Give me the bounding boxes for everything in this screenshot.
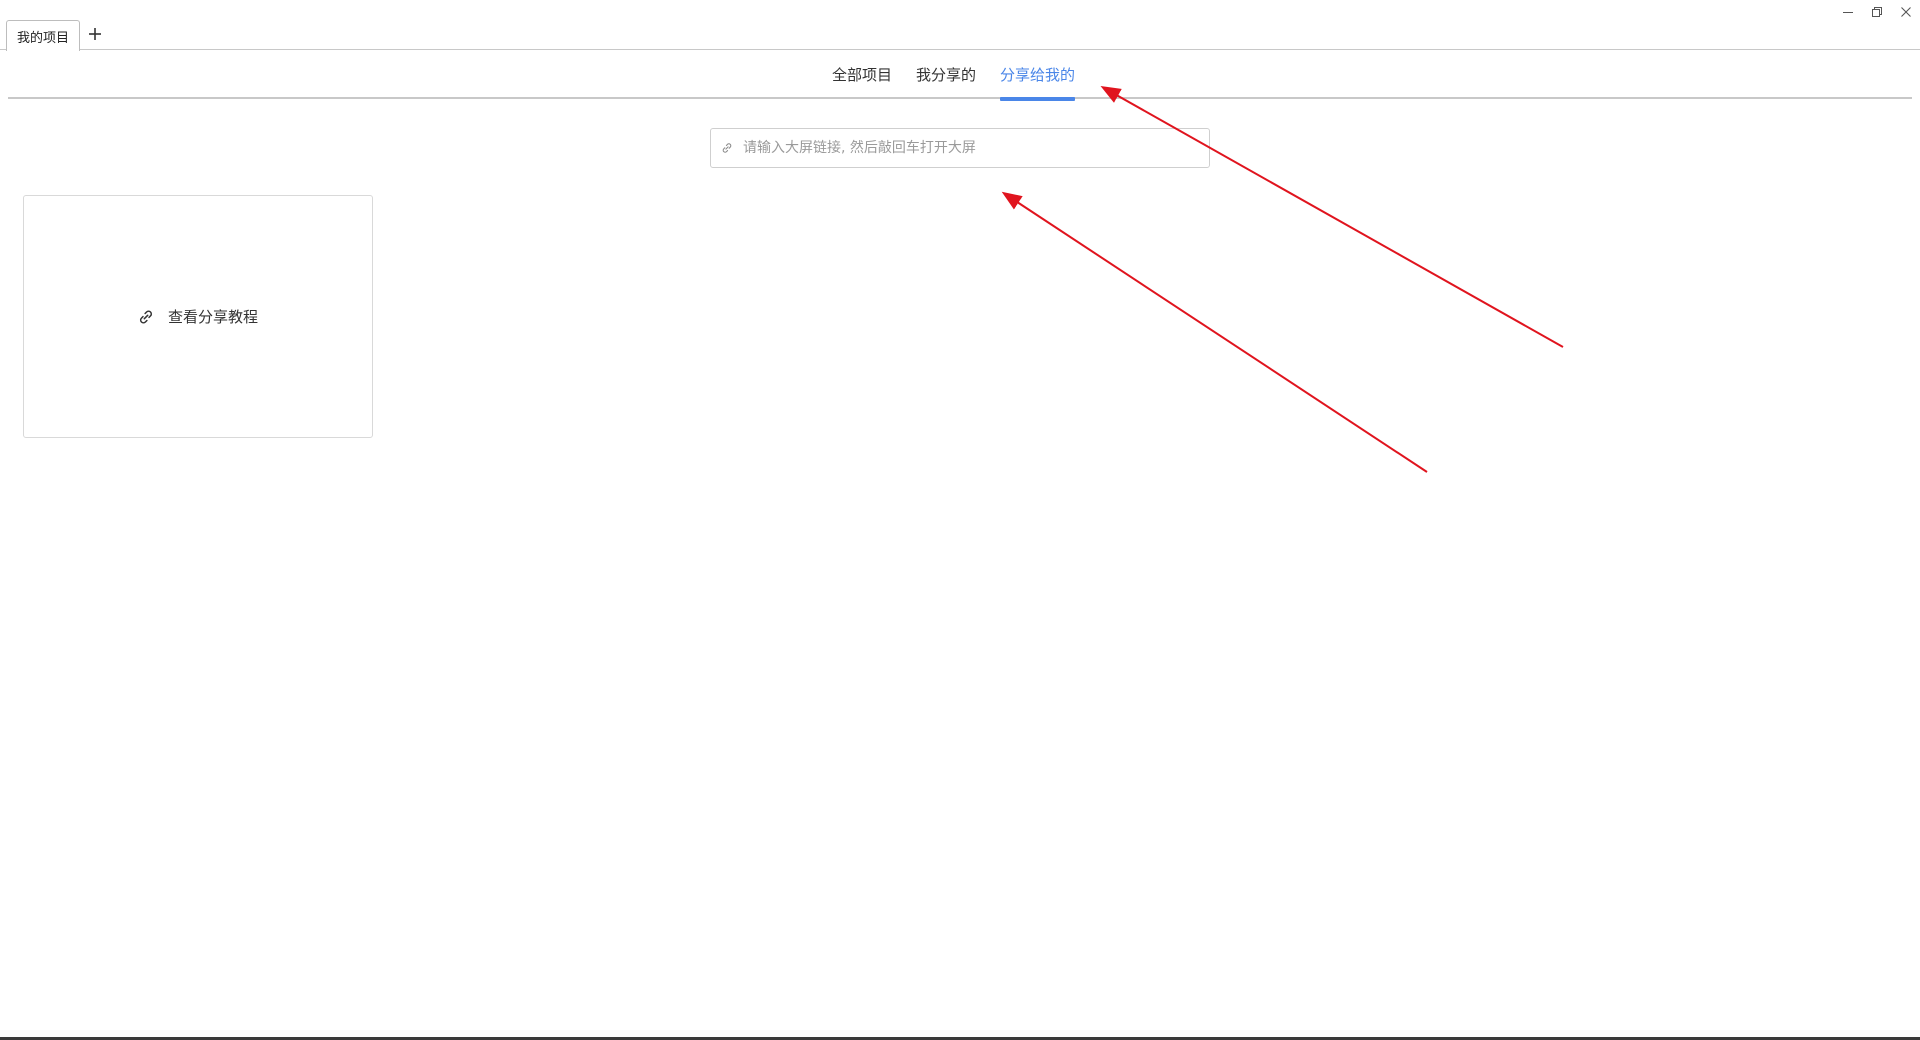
window-controls (1833, 0, 1920, 24)
plus-icon (89, 28, 101, 40)
project-filter-tabs-list: 全部项目 我分享的 分享给我的 (832, 50, 1099, 101)
restore-button[interactable] (1862, 0, 1891, 24)
tab-my-projects-label: 我的项目 (16, 30, 69, 46)
minimize-icon (1842, 12, 1853, 13)
add-tab-button[interactable] (84, 22, 106, 46)
tab-all-projects-label: 全部项目 (832, 66, 893, 84)
link-icon (715, 129, 739, 167)
tab-shared-with-me[interactable]: 分享给我的 (1000, 50, 1076, 101)
tab-shared-by-me-label: 我分享的 (916, 66, 977, 84)
screen-link-input[interactable] (739, 130, 1209, 166)
close-button[interactable] (1891, 0, 1920, 24)
tab-all-projects[interactable]: 全部项目 (832, 50, 892, 99)
close-icon (1900, 7, 1911, 17)
restore-icon (1871, 7, 1882, 17)
share-tutorial-card-content: 查看分享教程 (138, 306, 258, 327)
screen-link-input-wrapper (710, 128, 1210, 168)
share-tutorial-label: 查看分享教程 (167, 308, 258, 326)
project-filter-tabs: 全部项目 我分享的 分享给我的 (8, 50, 1912, 101)
share-tutorial-card[interactable]: 查看分享教程 (23, 195, 373, 438)
link-icon (138, 309, 154, 325)
annotation-arrow-to-input (1001, 191, 1428, 473)
tab-shared-with-me-label: 分享给我的 (1000, 66, 1076, 84)
minimize-button[interactable] (1833, 0, 1862, 24)
tab-my-projects[interactable]: 我的项目 (6, 20, 80, 51)
annotation-arrow-to-tab (1100, 86, 1564, 348)
title-bar: 我的项目 (0, 0, 1920, 51)
tab-shared-by-me[interactable]: 我分享的 (916, 50, 976, 99)
